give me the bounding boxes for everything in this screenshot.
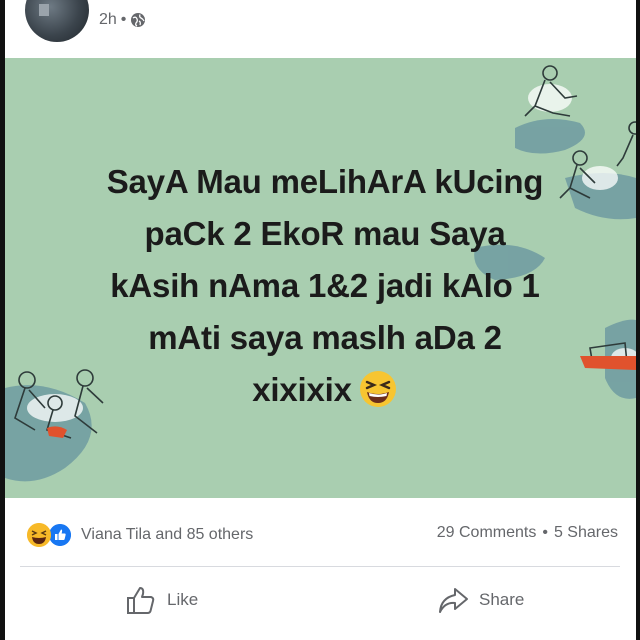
shares-count[interactable]: 5 Shares (554, 524, 618, 542)
meta-separator: • (120, 11, 127, 28)
caption-line-4: mAti saya maslh aDa 2 (148, 319, 502, 356)
right-border (636, 0, 640, 640)
caption-line-5: xixixix (65, 364, 585, 416)
caption-line-3: kAsih nAma 1&2 jadi kAlo 1 (110, 267, 540, 304)
thumbs-up-icon (127, 587, 155, 614)
share-arrow-icon (439, 588, 468, 613)
post-time[interactable]: 2h (99, 11, 117, 29)
post-actions: Like Share (5, 567, 636, 640)
like-label: Like (167, 590, 199, 609)
caption-line-1: SayA Mau meLihArA kUcing (106, 163, 544, 200)
post-stats: Viana Tila and 85 others 29 Comments • 5… (5, 498, 636, 568)
comments-count[interactable]: 29 Comments (437, 524, 537, 542)
reaction-summary[interactable]: Viana Tila and 85 others (27, 522, 253, 548)
author-name-cropped[interactable] (101, 0, 271, 4)
share-label: Share (479, 590, 525, 609)
caption-laugh-text: xixixix (252, 371, 352, 408)
share-button[interactable]: Share (437, 585, 524, 615)
haha-reaction-icon (27, 523, 51, 547)
avatar[interactable] (25, 0, 89, 42)
post-image[interactable]: SayA Mau meLihArA kUcing paCk 2 EkoR mau… (5, 58, 636, 498)
globe-icon[interactable] (130, 12, 146, 28)
reactors-text[interactable]: Viana Tila and 85 others (81, 526, 253, 544)
caption-line-2: paCk 2 EkoR mau Saya (144, 215, 506, 252)
post-header: 2h • (5, 0, 636, 58)
like-button[interactable]: Like (125, 585, 198, 615)
post-meta: 2h • (99, 11, 146, 29)
counts-separator: • (542, 524, 548, 541)
image-caption-text: SayA Mau meLihArA kUcing paCk 2 EkoR mau… (65, 156, 585, 416)
engagement-counts: 29 Comments • 5 Shares (437, 524, 618, 542)
grinning-squinting-face-icon (359, 371, 396, 407)
